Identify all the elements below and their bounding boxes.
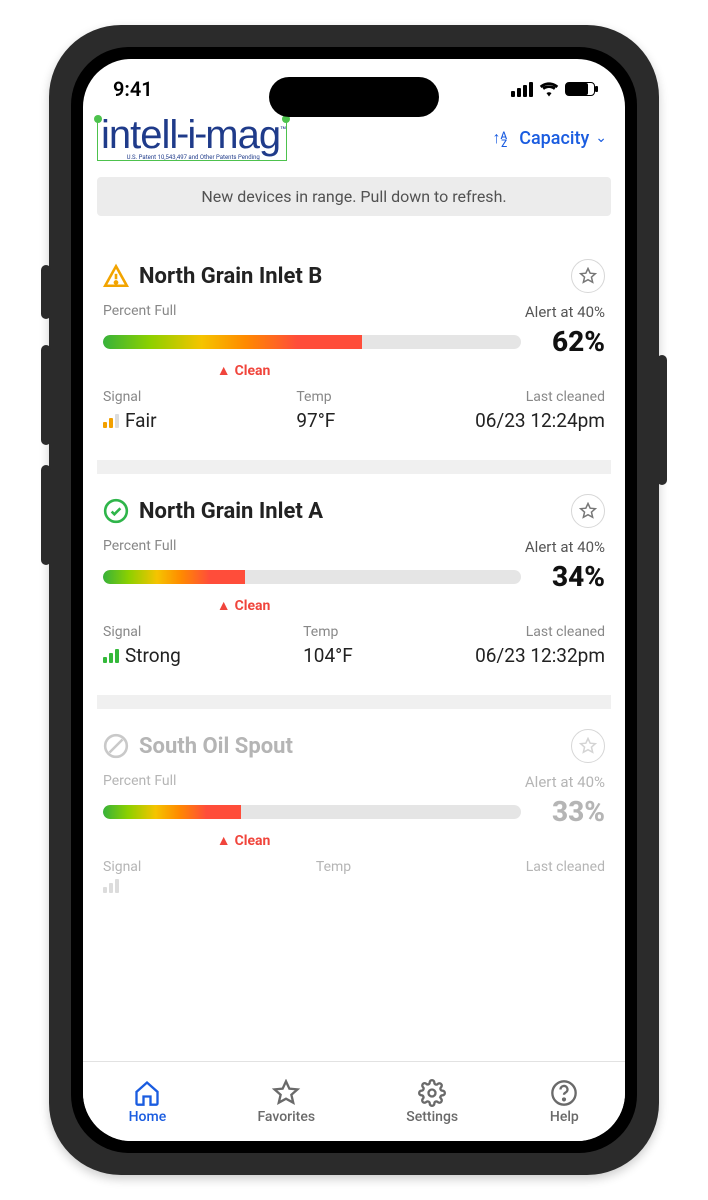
fill-bar bbox=[103, 335, 521, 349]
side-button bbox=[657, 355, 667, 485]
last-cleaned-value: 06/23 12:32pm bbox=[475, 644, 605, 667]
clean-indicator: ▲Clean bbox=[103, 597, 605, 614]
last-cleaned-label: Last cleaned bbox=[526, 859, 605, 875]
signal-value: Strong bbox=[103, 644, 181, 667]
offline-icon bbox=[103, 733, 129, 759]
clean-indicator: ▲Clean bbox=[103, 832, 605, 849]
last-cleaned-value: 06/23 12:24pm bbox=[475, 409, 605, 432]
percent-value: 34% bbox=[535, 560, 605, 593]
sort-label: Capacity bbox=[519, 128, 589, 149]
clean-indicator: ▲Clean bbox=[103, 362, 605, 379]
help-icon bbox=[549, 1079, 579, 1107]
signal-bars-icon bbox=[103, 879, 119, 893]
device-name: North Grain Inlet A bbox=[139, 499, 561, 524]
side-button bbox=[41, 465, 51, 565]
percent-full-label: Percent Full bbox=[103, 303, 176, 321]
side-button bbox=[41, 345, 51, 445]
alert-threshold: Alert at 40% bbox=[525, 303, 605, 321]
last-cleaned-label: Last cleaned bbox=[475, 389, 605, 405]
side-button bbox=[41, 265, 51, 319]
signal-label: Signal bbox=[103, 624, 181, 640]
battery-icon bbox=[565, 82, 595, 96]
alert-threshold: Alert at 40% bbox=[525, 538, 605, 556]
percent-value: 33% bbox=[535, 795, 605, 828]
check-circle-icon bbox=[103, 498, 129, 524]
notch bbox=[269, 77, 439, 117]
tab-label: Home bbox=[129, 1109, 167, 1125]
temp-label: Temp bbox=[303, 624, 353, 640]
star-icon bbox=[271, 1079, 301, 1107]
device-card[interactable]: South Oil Spout Percent Full Alert at 40% 3… bbox=[97, 695, 611, 907]
temp-value: 104°F bbox=[303, 644, 353, 667]
tab-home[interactable]: Home bbox=[129, 1079, 167, 1125]
star-icon bbox=[579, 267, 597, 285]
phone-frame: 9:41 intell-i-mag™ U.S. Patent 10,543,49… bbox=[49, 25, 659, 1175]
signal-bars-icon bbox=[103, 649, 119, 663]
signal-label: Signal bbox=[103, 389, 157, 405]
favorite-button[interactable] bbox=[571, 259, 605, 293]
sort-button[interactable]: ↑AZ Capacity ⌄ bbox=[493, 128, 607, 149]
temp-label: Temp bbox=[316, 859, 351, 875]
temp-value: 97°F bbox=[296, 409, 335, 432]
favorite-button[interactable] bbox=[571, 494, 605, 528]
tab-label: Help bbox=[550, 1109, 579, 1125]
chevron-down-icon: ⌄ bbox=[595, 130, 607, 146]
device-card[interactable]: North Grain Inlet B Percent Full Alert at … bbox=[97, 251, 611, 446]
clock: 9:41 bbox=[113, 77, 153, 101]
device-name: North Grain Inlet B bbox=[139, 264, 561, 289]
tab-favorites[interactable]: Favorites bbox=[257, 1079, 315, 1125]
signal-bars-icon bbox=[103, 414, 119, 428]
temp-label: Temp bbox=[296, 389, 335, 405]
star-icon bbox=[579, 502, 597, 520]
signal-value bbox=[103, 879, 141, 893]
tab-label: Favorites bbox=[257, 1109, 315, 1125]
tab-label: Settings bbox=[406, 1109, 458, 1125]
signal-value: Fair bbox=[103, 409, 157, 432]
last-cleaned-label: Last cleaned bbox=[475, 624, 605, 640]
device-list[interactable]: North Grain Inlet B Percent Full Alert at … bbox=[83, 251, 625, 1061]
percent-full-label: Percent Full bbox=[103, 773, 176, 791]
signal-label: Signal bbox=[103, 859, 141, 875]
sort-az-icon: ↑AZ bbox=[493, 128, 514, 148]
wifi-icon bbox=[539, 81, 559, 97]
alert-threshold: Alert at 40% bbox=[525, 773, 605, 791]
device-name: South Oil Spout bbox=[139, 734, 561, 759]
warning-icon bbox=[103, 263, 129, 289]
app-logo: intell-i-mag™ U.S. Patent 10,543,497 and… bbox=[101, 111, 285, 165]
fill-bar bbox=[103, 805, 521, 819]
gear-icon bbox=[417, 1079, 447, 1107]
device-card[interactable]: North Grain Inlet A Percent Full Alert at … bbox=[97, 460, 611, 681]
tab-help[interactable]: Help bbox=[549, 1079, 579, 1125]
tab-bar: Home Favorites Settings Help bbox=[83, 1061, 625, 1141]
star-icon bbox=[579, 737, 597, 755]
cell-signal-icon bbox=[511, 82, 533, 97]
percent-value: 62% bbox=[535, 325, 605, 358]
home-icon bbox=[132, 1079, 162, 1107]
fill-bar bbox=[103, 570, 521, 584]
refresh-banner[interactable]: New devices in range. Pull down to refre… bbox=[97, 177, 611, 216]
tab-settings[interactable]: Settings bbox=[406, 1079, 458, 1125]
percent-full-label: Percent Full bbox=[103, 538, 176, 556]
favorite-button[interactable] bbox=[571, 729, 605, 763]
